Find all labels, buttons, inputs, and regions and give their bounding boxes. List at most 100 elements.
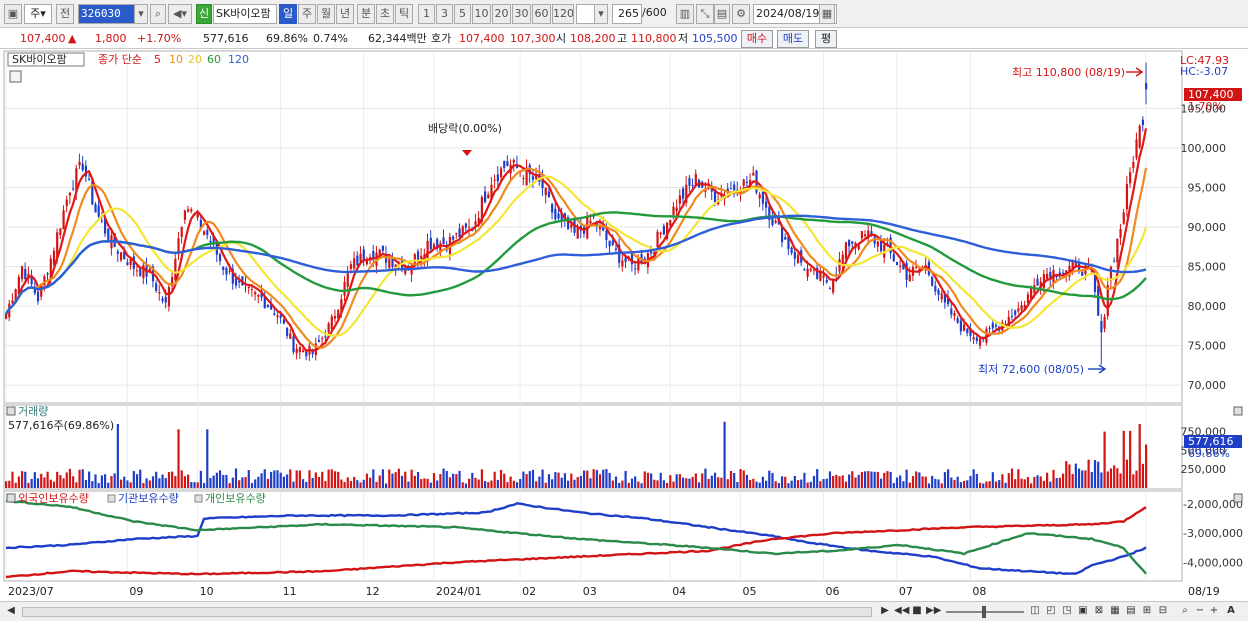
tab-second[interactable]: 초 — [376, 4, 394, 24]
volume-bar — [653, 479, 656, 488]
view-icon-4[interactable]: ▣ — [1076, 605, 1090, 619]
volume-bar — [1084, 470, 1087, 488]
minute-option-10[interactable]: 10 — [472, 4, 491, 24]
change-value: 1,800 — [95, 32, 127, 45]
magnifier-icon[interactable]: ⌕ — [1178, 605, 1192, 619]
view-icon-2[interactable]: ◰ — [1044, 605, 1058, 619]
calendar-icon[interactable]: ▦ — [819, 4, 835, 24]
custom-period-dropdown-icon[interactable]: ▾ — [594, 4, 608, 24]
save-icon[interactable]: ▤ — [714, 4, 730, 24]
search-icon[interactable]: ⌕ — [150, 4, 166, 24]
volume-bar — [193, 482, 196, 488]
volume-bar — [1109, 468, 1113, 488]
minute-option-3[interactable]: 3 — [436, 4, 453, 24]
volume-bar — [209, 478, 212, 488]
prev-button[interactable]: 전 — [56, 4, 74, 24]
stop-icon[interactable]: ■ — [910, 605, 924, 619]
font-size-button[interactable]: A — [1224, 605, 1238, 619]
view-icon-9[interactable]: ⊟ — [1156, 605, 1170, 619]
minute-option-5[interactable]: 5 — [454, 4, 471, 24]
rewind-icon[interactable]: ◀◀ — [894, 605, 909, 619]
holdings-panel-close-icon[interactable] — [1233, 493, 1243, 503]
volume-bar — [844, 481, 848, 488]
volume-bar — [487, 482, 490, 488]
candle-body — [978, 338, 982, 346]
tab-tick[interactable]: 틱 — [395, 4, 413, 24]
volume-bar — [458, 470, 461, 488]
volume-bar — [78, 469, 81, 488]
volume-bar — [962, 481, 966, 488]
zoom-out-button[interactable]: − — [1194, 605, 1206, 619]
zoom-in-button[interactable]: + — [1208, 605, 1220, 619]
stock-code-input[interactable]: 326030 — [78, 4, 136, 24]
tab-minute[interactable]: 분 — [357, 4, 375, 24]
view-icon-7[interactable]: ▤ — [1124, 605, 1138, 619]
view-icon-1[interactable]: ◫ — [1028, 605, 1042, 619]
volume-bar — [1033, 476, 1036, 488]
volume-bar — [780, 476, 784, 488]
minute-option-30[interactable]: 30 — [512, 4, 531, 24]
minute-option-20[interactable]: 20 — [492, 4, 511, 24]
volume-bar — [436, 480, 439, 488]
candle-body — [155, 283, 158, 291]
scroll-right-icon[interactable]: ▶ — [878, 605, 892, 619]
candle-body — [975, 337, 978, 342]
volume-bar — [551, 479, 554, 488]
tab-day[interactable]: 일 — [279, 4, 297, 24]
scroll-track[interactable] — [22, 607, 872, 617]
volume-bar — [953, 479, 956, 488]
volume-bar — [1119, 473, 1122, 488]
volume-bar — [506, 482, 509, 488]
candle-type-icon[interactable]: ▥ — [676, 4, 694, 24]
volume-bar — [420, 479, 423, 488]
volume-panel-icon[interactable] — [6, 406, 16, 416]
chart-canvas[interactable]: SK바이오팜 종가 단순 5 10 20 60 120 70,000 75,000… — [0, 49, 1248, 601]
candle-body — [126, 262, 129, 265]
code-dropdown-icon[interactable]: ▾ — [134, 4, 148, 24]
buy-button[interactable]: 매수 — [741, 30, 773, 48]
count-input[interactable]: 265 — [612, 4, 642, 24]
volume-bar — [1061, 473, 1065, 488]
sell-button[interactable]: 매도 — [777, 30, 809, 48]
forward-icon[interactable]: ▶▶ — [926, 605, 941, 619]
draw-tool-icon[interactable]: ⤡ — [696, 4, 714, 24]
tab-year[interactable]: 년 — [336, 4, 354, 24]
holdings-panel-icon[interactable] — [6, 493, 16, 503]
window-menu-icon[interactable]: ▣ — [4, 4, 22, 24]
ask-price: 107,400 — [459, 32, 505, 45]
candle-body — [774, 220, 777, 223]
speed-slider-thumb[interactable] — [982, 606, 986, 618]
volume-bar — [567, 480, 570, 488]
volume-bar — [538, 476, 541, 488]
volume-bar — [899, 475, 902, 488]
candle-body — [809, 268, 812, 271]
view-icon-3[interactable]: ◳ — [1060, 605, 1074, 619]
holdings-tick-label: -3,000,000 — [1183, 527, 1243, 540]
speaker-icon[interactable]: ◀▾ — [168, 4, 192, 24]
volume-bar — [471, 472, 474, 488]
view-icon-6[interactable]: ▦ — [1108, 605, 1122, 619]
volume-bar — [512, 480, 515, 488]
settings-gear-icon[interactable]: ⚙ — [732, 4, 750, 24]
tab-month[interactable]: 월 — [317, 4, 335, 24]
volume-bar — [525, 474, 528, 488]
volume-bar — [468, 478, 471, 488]
minute-option-1[interactable]: 1 — [418, 4, 435, 24]
grid-toggle-icon[interactable] — [9, 70, 22, 83]
view-icon-8[interactable]: ⊞ — [1140, 605, 1154, 619]
tab-week[interactable]: 주 — [298, 4, 316, 24]
volume-bar — [678, 474, 681, 488]
volume-bar — [413, 475, 416, 488]
candle-body — [468, 226, 471, 228]
candle-body — [36, 291, 40, 302]
minute-option-120[interactable]: 120 — [552, 4, 574, 24]
minute-option-60[interactable]: 60 — [532, 4, 551, 24]
candle-body — [65, 199, 68, 207]
volume-bar — [1068, 464, 1071, 488]
period-select[interactable]: 주▾ — [24, 4, 52, 24]
view-icon-5[interactable]: ⊠ — [1092, 605, 1106, 619]
scroll-left-icon[interactable]: ◀ — [4, 605, 18, 619]
average-button[interactable]: 평 — [815, 30, 837, 48]
volume-panel-close-icon[interactable] — [1233, 406, 1243, 416]
volume-bar — [1026, 477, 1030, 488]
